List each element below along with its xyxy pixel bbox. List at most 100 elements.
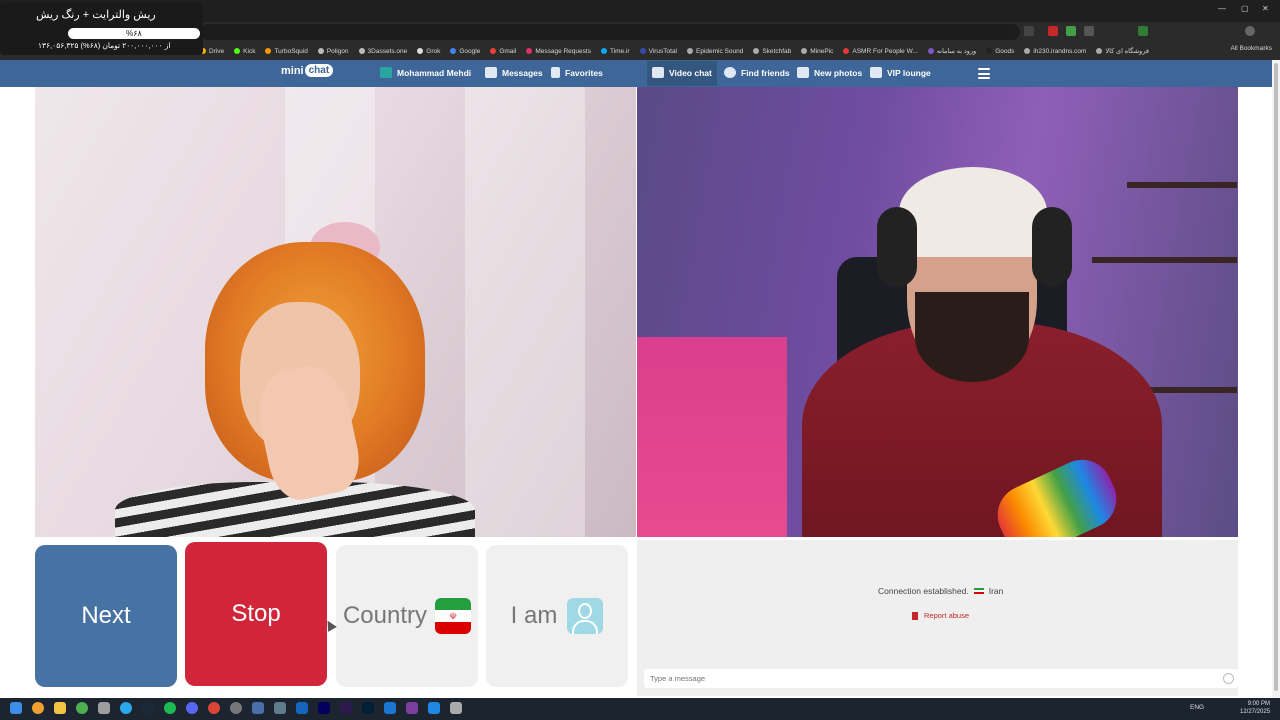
bookmark-item[interactable]: Goods <box>986 48 1014 55</box>
nav-messages[interactable]: Messages <box>485 67 543 78</box>
bookmark-item[interactable]: TurboSquid <box>265 48 308 55</box>
self-video <box>637 87 1238 537</box>
scrollbar-thumb[interactable] <box>1274 63 1278 691</box>
envelope-icon <box>485 67 497 78</box>
app-icon[interactable] <box>406 702 418 714</box>
app-icon[interactable] <box>384 702 396 714</box>
bookmark-label: Goods <box>995 47 1015 55</box>
extension-icon[interactable] <box>1066 26 1076 36</box>
partner-video <box>35 87 636 537</box>
headphone-right <box>1032 207 1072 287</box>
bookmark-label: Gmail <box>499 47 517 55</box>
profile-icon[interactable] <box>1245 26 1255 36</box>
photoshop-icon[interactable] <box>362 702 374 714</box>
shelf <box>1092 257 1237 263</box>
clock-date: 12/27/2025 <box>1240 709 1271 715</box>
discord-icon[interactable] <box>186 702 198 714</box>
extension-icon[interactable] <box>1138 26 1148 36</box>
logo-chat-text: chat <box>304 64 334 77</box>
flag-icon <box>912 611 918 620</box>
bookmark-item[interactable]: VirusTotal <box>639 48 677 55</box>
bookmark-item[interactable]: 3Dassets.one <box>358 48 407 55</box>
star-icon[interactable] <box>1024 26 1034 36</box>
bookmark-item[interactable]: Epidemic Sound <box>687 48 743 55</box>
nav-profile-label: Mohammad Mehdi <box>397 67 472 78</box>
extension-icon[interactable] <box>1084 26 1094 36</box>
file-explorer-icon[interactable] <box>54 702 66 714</box>
overlay-price-line: ۱۳۶,۰۵۶,۳۲۵ از ۲۰۰,۰۰۰,۰۰۰ تومان (۶۸%) <box>38 41 171 50</box>
telegram-icon[interactable] <box>120 702 132 714</box>
nav-video-chat-label: Video chat <box>669 67 712 78</box>
nav-find-friends[interactable]: Find friends <box>724 67 790 78</box>
photos-icon <box>797 67 809 78</box>
app-icon[interactable] <box>208 702 220 714</box>
iam-button-label: I am <box>510 602 558 629</box>
emoji-icon[interactable] <box>1223 673 1234 684</box>
bookmark-item[interactable]: ASMR For People W... <box>843 47 918 55</box>
minimize-icon[interactable]: — <box>1218 4 1226 13</box>
bookmark-item[interactable]: Message Requests <box>526 48 591 55</box>
country-filter-button[interactable]: Country ☫ <box>336 545 478 687</box>
app-icon[interactable] <box>230 702 242 714</box>
premiere-icon[interactable] <box>340 702 352 714</box>
logo-mini-text: mini <box>281 64 304 77</box>
bookmark-item[interactable]: Google <box>450 48 480 55</box>
steam-icon[interactable] <box>142 702 154 714</box>
bookmark-label: Kick <box>243 47 256 55</box>
clock-time: 9:00 PM <box>1247 701 1271 707</box>
nav-profile[interactable]: Mohammad Mehdi <box>380 67 471 78</box>
message-input[interactable] <box>644 669 1238 688</box>
next-button-label: Next <box>81 602 131 629</box>
nav-messages-label: Messages <box>502 67 543 78</box>
bookmark-label: MinePic <box>810 47 834 55</box>
bookmark-label: Grok <box>426 47 441 55</box>
app-icon[interactable] <box>428 702 440 714</box>
app-icon[interactable] <box>252 702 264 714</box>
bookmark-item[interactable]: Kick <box>234 48 255 55</box>
app-icon[interactable] <box>98 702 110 714</box>
iran-flag-icon <box>973 587 984 595</box>
bookmark-item[interactable]: ih230.irandns.com <box>1024 48 1086 55</box>
next-button[interactable]: Next <box>35 545 177 687</box>
stop-button[interactable]: Stop <box>185 542 327 686</box>
bookmark-item[interactable]: Sketchfab <box>753 48 791 55</box>
bookmark-item[interactable]: فروشگاه ای کالا <box>1096 47 1149 55</box>
nav-favorites[interactable]: Favorites <box>551 67 603 78</box>
language-indicator[interactable]: ENG <box>1190 704 1204 711</box>
nav-video-chat[interactable]: Video chat <box>652 67 712 78</box>
spotify-icon[interactable] <box>164 702 176 714</box>
maximize-icon[interactable]: ▢ <box>1241 4 1249 13</box>
bookmark-item[interactable]: ورود به سامانه <box>927 47 977 55</box>
windows-start-icon[interactable] <box>10 702 22 714</box>
extension-icon[interactable] <box>1048 26 1058 36</box>
bookmark-item[interactable]: Gmail <box>490 48 516 55</box>
site-logo[interactable]: mini chat <box>281 64 334 77</box>
app-icon[interactable] <box>296 702 308 714</box>
bookmark-item[interactable]: Grok <box>417 48 440 55</box>
gender-select-button[interactable]: I am <box>486 545 628 687</box>
bookmark-label: Epidemic Sound <box>696 47 744 55</box>
bookmark-label: ASMR For People W... <box>852 47 918 55</box>
bookmark-item[interactable]: Poligon <box>317 48 349 55</box>
bookmark-item[interactable]: MinePic <box>801 48 833 55</box>
bookmark-label: ورود به سامانه <box>936 48 977 55</box>
system-clock[interactable]: 9:00 PM 12/27/2025 <box>1240 700 1270 716</box>
menu-icon[interactable] <box>978 68 990 79</box>
close-window-icon[interactable]: ✕ <box>1262 4 1269 13</box>
video-chat-icon <box>652 67 664 78</box>
bookmark-item[interactable]: Time.ir <box>600 48 630 55</box>
nav-favorites-label: Favorites <box>565 67 603 78</box>
bookmark-icon <box>551 67 560 78</box>
nav-new-photos[interactable]: New photos <box>797 67 862 78</box>
search-icon[interactable] <box>32 702 44 714</box>
app-icon[interactable] <box>274 702 286 714</box>
chrome-icon[interactable] <box>76 702 88 714</box>
nav-vip-lounge[interactable]: VIP lounge <box>870 67 931 78</box>
address-bar[interactable] <box>200 24 1020 40</box>
report-abuse-link[interactable]: Report abuse <box>912 611 969 620</box>
all-bookmarks[interactable]: All Bookmarks <box>1230 45 1272 52</box>
bookmark-item[interactable]: Drive <box>200 48 224 55</box>
after-effects-icon[interactable] <box>318 702 330 714</box>
app-icon[interactable] <box>450 702 462 714</box>
bookmark-label: Message Requests <box>535 47 591 55</box>
